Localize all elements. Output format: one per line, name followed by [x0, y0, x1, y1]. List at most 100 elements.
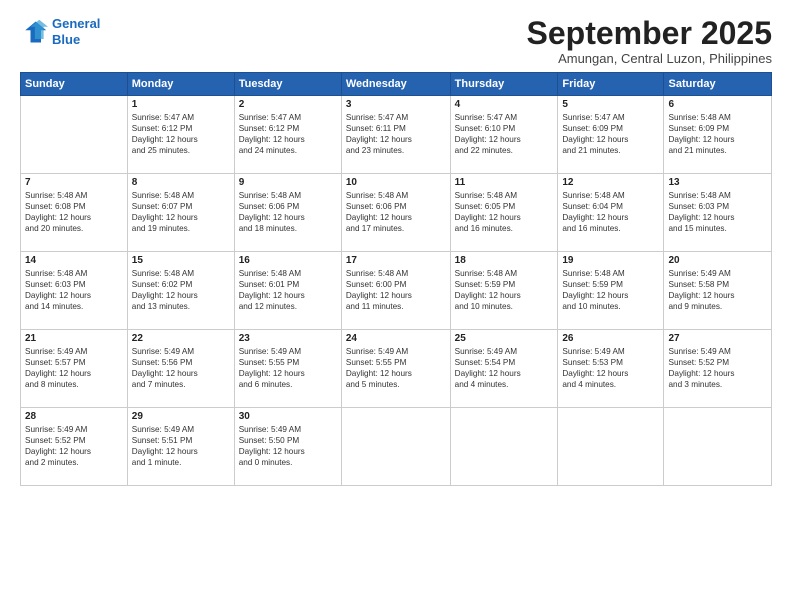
calendar-cell: 10 Sunrise: 5:48 AM Sunset: 6:06 PM Dayli… — [341, 174, 450, 252]
day-header-saturday: Saturday — [664, 73, 772, 96]
day-header-thursday: Thursday — [450, 73, 558, 96]
day-info: Sunrise: 5:48 AM Sunset: 6:03 PM Dayligh… — [668, 190, 767, 234]
calendar-cell: 30 Sunrise: 5:49 AM Sunset: 5:50 PM Dayli… — [234, 408, 341, 486]
day-info: Sunrise: 5:49 AM Sunset: 5:53 PM Dayligh… — [562, 346, 659, 390]
day-info: Sunrise: 5:48 AM Sunset: 5:59 PM Dayligh… — [562, 268, 659, 312]
day-info: Sunrise: 5:49 AM Sunset: 5:50 PM Dayligh… — [239, 424, 337, 468]
day-info: Sunrise: 5:47 AM Sunset: 6:12 PM Dayligh… — [132, 112, 230, 156]
day-number: 15 — [132, 255, 230, 266]
day-number: 2 — [239, 99, 337, 110]
day-info: Sunrise: 5:48 AM Sunset: 6:02 PM Dayligh… — [132, 268, 230, 312]
day-number: 6 — [668, 99, 767, 110]
day-info: Sunrise: 5:49 AM Sunset: 5:57 PM Dayligh… — [25, 346, 123, 390]
day-number: 20 — [668, 255, 767, 266]
day-number: 4 — [455, 99, 554, 110]
calendar-cell: 25Sunrise: 5:49 AM Sunset: 5:54 PM Dayli… — [450, 330, 558, 408]
day-info: Sunrise: 5:49 AM Sunset: 5:52 PM Dayligh… — [668, 346, 767, 390]
day-info: Sunrise: 5:48 AM Sunset: 5:59 PM Dayligh… — [455, 268, 554, 312]
calendar-cell: 1 Sunrise: 5:47 AM Sunset: 6:12 PM Daylig… — [127, 96, 234, 174]
day-number: 5 — [562, 99, 659, 110]
day-info: Sunrise: 5:48 AM Sunset: 6:09 PM Dayligh… — [668, 112, 767, 156]
calendar-cell: 26 Sunrise: 5:49 AM Sunset: 5:53 PM Dayli… — [558, 330, 664, 408]
location: Amungan, Central Luzon, Philippines — [527, 51, 772, 66]
calendar-cell: 28Sunrise: 5:49 AM Sunset: 5:52 PM Dayli… — [21, 408, 128, 486]
calendar-cell: 27 Sunrise: 5:49 AM Sunset: 5:52 PM Dayli… — [664, 330, 772, 408]
calendar-week-row: 7 Sunrise: 5:48 AM Sunset: 6:08 PM Daylig… — [21, 174, 772, 252]
day-number: 23 — [239, 333, 337, 344]
calendar-week-row: 14 Sunrise: 5:48 AM Sunset: 6:03 PM Dayli… — [21, 252, 772, 330]
day-info: Sunrise: 5:48 AM Sunset: 6:00 PM Dayligh… — [346, 268, 446, 312]
logo-text: General Blue — [52, 16, 100, 47]
day-number: 14 — [25, 255, 123, 266]
calendar-cell — [558, 408, 664, 486]
day-number: 29 — [132, 411, 230, 422]
day-number: 8 — [132, 177, 230, 188]
day-number: 30 — [239, 411, 337, 422]
calendar-cell: 2Sunrise: 5:47 AM Sunset: 6:12 PM Daylig… — [234, 96, 341, 174]
day-number: 12 — [562, 177, 659, 188]
calendar-cell: 19Sunrise: 5:48 AM Sunset: 5:59 PM Dayli… — [558, 252, 664, 330]
calendar-cell: 17 Sunrise: 5:48 AM Sunset: 6:00 PM Dayli… — [341, 252, 450, 330]
calendar-cell: 3 Sunrise: 5:47 AM Sunset: 6:11 PM Daylig… — [341, 96, 450, 174]
calendar-cell: 6 Sunrise: 5:48 AM Sunset: 6:09 PM Daylig… — [664, 96, 772, 174]
day-info: Sunrise: 5:48 AM Sunset: 6:08 PM Dayligh… — [25, 190, 123, 234]
calendar-cell — [450, 408, 558, 486]
calendar-cell: 9Sunrise: 5:48 AM Sunset: 6:06 PM Daylig… — [234, 174, 341, 252]
calendar-cell — [341, 408, 450, 486]
day-number: 27 — [668, 333, 767, 344]
logo-icon — [20, 18, 48, 46]
month-title: September 2025 — [527, 16, 772, 51]
calendar-cell: 7 Sunrise: 5:48 AM Sunset: 6:08 PM Daylig… — [21, 174, 128, 252]
header: General Blue September 2025 Amungan, Cen… — [20, 16, 772, 66]
day-header-wednesday: Wednesday — [341, 73, 450, 96]
calendar-cell: 18 Sunrise: 5:48 AM Sunset: 5:59 PM Dayli… — [450, 252, 558, 330]
day-info: Sunrise: 5:48 AM Sunset: 6:04 PM Dayligh… — [562, 190, 659, 234]
calendar-cell: 14 Sunrise: 5:48 AM Sunset: 6:03 PM Dayli… — [21, 252, 128, 330]
day-number: 22 — [132, 333, 230, 344]
calendar-week-row: 1 Sunrise: 5:47 AM Sunset: 6:12 PM Daylig… — [21, 96, 772, 174]
calendar-cell — [664, 408, 772, 486]
day-info: Sunrise: 5:47 AM Sunset: 6:11 PM Dayligh… — [346, 112, 446, 156]
calendar-week-row: 21 Sunrise: 5:49 AM Sunset: 5:57 PM Dayli… — [21, 330, 772, 408]
day-info: Sunrise: 5:48 AM Sunset: 6:05 PM Dayligh… — [455, 190, 554, 234]
calendar-cell: 12 Sunrise: 5:48 AM Sunset: 6:04 PM Dayli… — [558, 174, 664, 252]
day-info: Sunrise: 5:49 AM Sunset: 5:55 PM Dayligh… — [239, 346, 337, 390]
calendar-cell: 16 Sunrise: 5:48 AM Sunset: 6:01 PM Dayli… — [234, 252, 341, 330]
logo-line2: Blue — [52, 32, 80, 47]
calendar-cell: 13 Sunrise: 5:48 AM Sunset: 6:03 PM Dayli… — [664, 174, 772, 252]
day-number: 21 — [25, 333, 123, 344]
day-info: Sunrise: 5:49 AM Sunset: 5:51 PM Dayligh… — [132, 424, 230, 468]
calendar-cell: 11Sunrise: 5:48 AM Sunset: 6:05 PM Dayli… — [450, 174, 558, 252]
day-number: 26 — [562, 333, 659, 344]
day-info: Sunrise: 5:47 AM Sunset: 6:09 PM Dayligh… — [562, 112, 659, 156]
day-number: 17 — [346, 255, 446, 266]
day-info: Sunrise: 5:47 AM Sunset: 6:10 PM Dayligh… — [455, 112, 554, 156]
day-number: 18 — [455, 255, 554, 266]
calendar-cell: 20 Sunrise: 5:49 AM Sunset: 5:58 PM Dayli… — [664, 252, 772, 330]
logo-line1: General — [52, 16, 100, 31]
day-number: 13 — [668, 177, 767, 188]
calendar-cell: 24Sunrise: 5:49 AM Sunset: 5:55 PM Dayli… — [341, 330, 450, 408]
day-number: 1 — [132, 99, 230, 110]
calendar-cell: 5 Sunrise: 5:47 AM Sunset: 6:09 PM Daylig… — [558, 96, 664, 174]
day-header-friday: Friday — [558, 73, 664, 96]
day-number: 10 — [346, 177, 446, 188]
calendar-header-row: SundayMondayTuesdayWednesdayThursdayFrid… — [21, 73, 772, 96]
day-info: Sunrise: 5:49 AM Sunset: 5:52 PM Dayligh… — [25, 424, 123, 468]
calendar-cell: 22 Sunrise: 5:49 AM Sunset: 5:56 PM Dayli… — [127, 330, 234, 408]
day-info: Sunrise: 5:49 AM Sunset: 5:55 PM Dayligh… — [346, 346, 446, 390]
day-info: Sunrise: 5:48 AM Sunset: 6:06 PM Dayligh… — [239, 190, 337, 234]
day-info: Sunrise: 5:49 AM Sunset: 5:58 PM Dayligh… — [668, 268, 767, 312]
calendar-cell — [21, 96, 128, 174]
day-number: 7 — [25, 177, 123, 188]
day-info: Sunrise: 5:48 AM Sunset: 6:01 PM Dayligh… — [239, 268, 337, 312]
logo: General Blue — [20, 16, 100, 47]
day-info: Sunrise: 5:49 AM Sunset: 5:56 PM Dayligh… — [132, 346, 230, 390]
calendar-week-row: 28Sunrise: 5:49 AM Sunset: 5:52 PM Dayli… — [21, 408, 772, 486]
calendar-cell: 4 Sunrise: 5:47 AM Sunset: 6:10 PM Daylig… — [450, 96, 558, 174]
day-number: 16 — [239, 255, 337, 266]
day-number: 3 — [346, 99, 446, 110]
day-info: Sunrise: 5:48 AM Sunset: 6:06 PM Dayligh… — [346, 190, 446, 234]
day-info: Sunrise: 5:48 AM Sunset: 6:03 PM Dayligh… — [25, 268, 123, 312]
day-header-tuesday: Tuesday — [234, 73, 341, 96]
